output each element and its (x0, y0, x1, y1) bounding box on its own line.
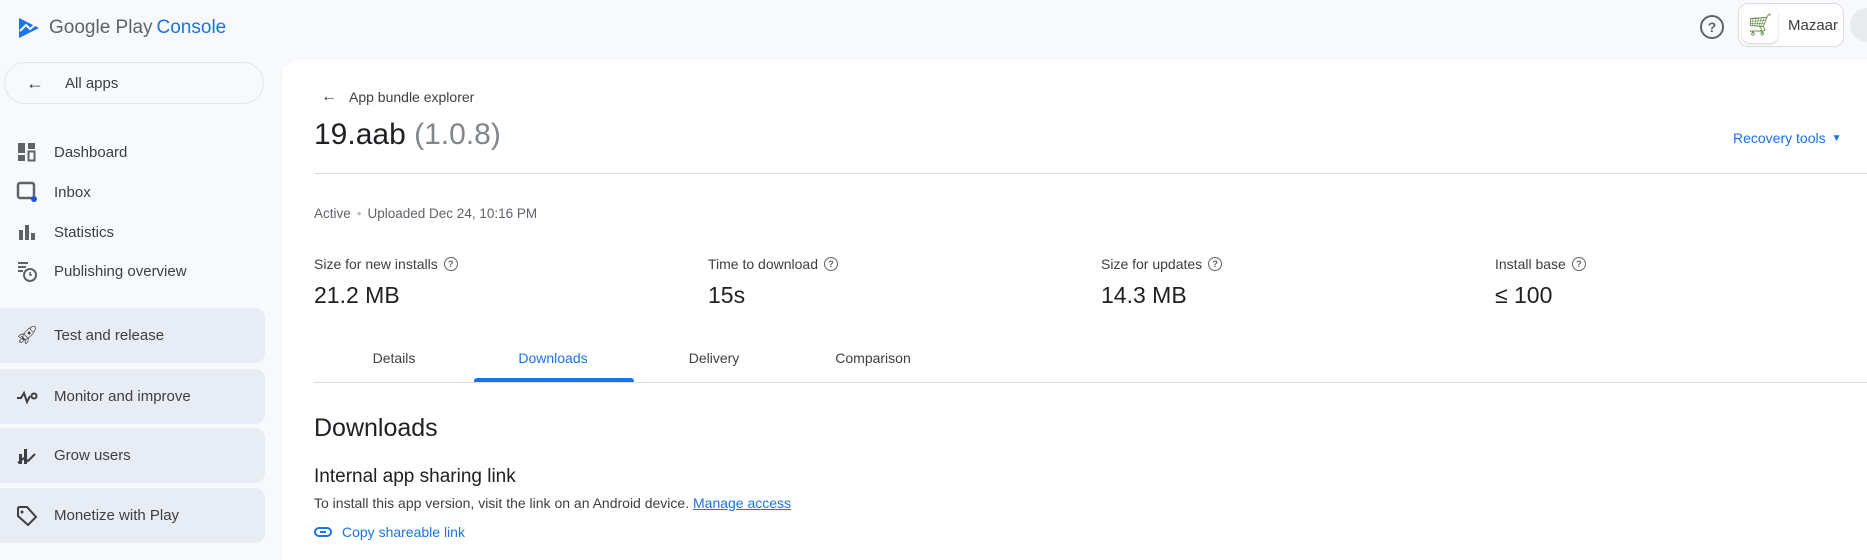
sidebar-group-label: Test and release (54, 327, 165, 344)
sidebar-group-label: Grow users (54, 447, 131, 464)
copy-shareable-link-button[interactable]: Copy shareable link (314, 524, 465, 540)
all-apps-label: All apps (65, 74, 119, 92)
section-title: Downloads (314, 414, 438, 442)
help-icon[interactable]: ? (1700, 15, 1724, 39)
stat-label: Size for new installs (314, 256, 438, 272)
stat-install-base: Install base? ≤ 100 (1495, 256, 1586, 309)
sidebar-group-grow-users[interactable]: Grow users (0, 428, 265, 483)
status-text: Active (314, 206, 351, 221)
brand-name: Google Play (49, 17, 153, 38)
tab-downloads[interactable]: Downloads (518, 350, 587, 366)
bar-chart-icon (0, 222, 54, 242)
schedule-list-icon (0, 260, 54, 282)
dashboard-icon (0, 142, 54, 162)
arrow-left-icon: ← (26, 72, 44, 93)
link-icon (314, 527, 332, 537)
shopping-cart-icon: 🛒︎ (1742, 7, 1778, 43)
caret-down-icon: ▼ (1831, 132, 1842, 144)
grow-chart-icon (0, 446, 54, 466)
sidebar-group-monetize-with-play[interactable]: Monetize with Play (0, 488, 265, 543)
sidebar-item-inbox[interactable]: Inbox (0, 175, 270, 209)
sidebar-item-label: Statistics (54, 223, 115, 241)
stat-label: Time to download (708, 256, 818, 272)
recovery-tools-dropdown[interactable]: Recovery tools ▼ (1733, 130, 1842, 146)
sidebar-group-label: Monetize with Play (54, 507, 180, 524)
stat-value: ≤ 100 (1495, 282, 1553, 308)
stat-value: 21.2 MB (314, 282, 400, 308)
developer-account-icon[interactable] (1850, 8, 1867, 42)
rocket-icon: 🚀︎ (15, 325, 39, 345)
sidebar-item-label: Inbox (54, 183, 91, 201)
google-play-console-logo[interactable]: Google Play Console (17, 16, 226, 40)
back-label: App bundle explorer (349, 89, 475, 105)
stat-value: 14.3 MB (1101, 282, 1187, 308)
play-console-icon (19, 18, 39, 38)
sidebar-group-label: Monitor and improve (54, 388, 191, 405)
sharing-description: To install this app version, visit the l… (314, 495, 791, 511)
recovery-tools-label: Recovery tools (1733, 130, 1826, 146)
sidebar-item-dashboard[interactable]: Dashboard (0, 135, 270, 169)
sidebar-item-publishing-overview[interactable]: Publishing overview (0, 254, 270, 288)
bundle-status: Active • Uploaded Dec 24, 10:16 PM (314, 206, 537, 221)
bundle-version: (1.0.8) (414, 118, 501, 151)
divider (314, 173, 1867, 174)
tag-icon (0, 505, 54, 527)
stat-size-new-installs: Size for new installs? 21.2 MB (314, 256, 458, 309)
description-text: To install this app version, visit the l… (314, 495, 690, 511)
stat-label: Install base (1495, 256, 1566, 272)
stat-time-to-download: Time to download? 15s (708, 256, 838, 309)
bundle-name: 19.aab (314, 118, 406, 151)
help-icon[interactable]: ? (443, 257, 458, 271)
sidebar-group-monitor-and-improve[interactable]: Monitor and improve (0, 369, 265, 424)
sidebar-item-label: Dashboard (54, 143, 128, 161)
sidebar-item-label: Publishing overview (54, 262, 187, 280)
back-to-app-bundle-explorer[interactable]: ← App bundle explorer (321, 88, 474, 106)
upload-date: Uploaded Dec 24, 10:16 PM (367, 206, 538, 221)
stat-label: Size for updates (1101, 256, 1203, 272)
arrow-left-icon: ← (321, 88, 337, 105)
brand-console: Console (156, 17, 227, 38)
stat-size-for-updates: Size for updates? 14.3 MB (1101, 256, 1223, 309)
subsection-title: Internal app sharing link (314, 466, 516, 487)
main-panel (283, 60, 1867, 560)
account-chip[interactable]: 🛒︎ Mazaar (1738, 3, 1844, 47)
stat-value: 15s (708, 282, 746, 308)
inbox-icon (0, 181, 54, 203)
all-apps-button[interactable]: ← All apps (4, 62, 264, 104)
copy-link-label: Copy shareable link (342, 524, 465, 540)
vitals-icon (0, 390, 54, 404)
manage-access-link[interactable]: Manage access (693, 495, 791, 511)
help-icon[interactable]: ? (1571, 257, 1586, 271)
account-name: Mazaar (1788, 16, 1839, 34)
tab-details[interactable]: Details (373, 350, 416, 366)
help-icon[interactable]: ? (1208, 257, 1223, 271)
help-icon[interactable]: ? (823, 257, 838, 271)
tab-comparison[interactable]: Comparison (835, 350, 910, 366)
separator-dot: • (356, 206, 362, 221)
tab-delivery[interactable]: Delivery (689, 350, 740, 366)
page-title: 19.aab (1.0.8) (314, 118, 501, 152)
sidebar-group-test-and-release[interactable]: 🚀︎ Test and release (0, 308, 265, 363)
sidebar-item-statistics[interactable]: Statistics (0, 215, 270, 249)
tabs-divider (314, 382, 1867, 383)
